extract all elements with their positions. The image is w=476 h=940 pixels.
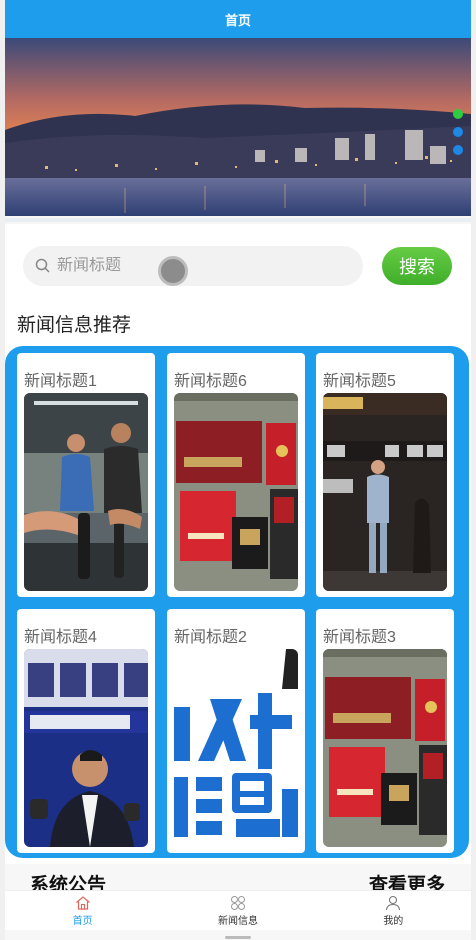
news-card-image[interactable] xyxy=(323,393,447,591)
news-card-image[interactable] xyxy=(24,393,148,591)
news-recommend-grid: 新闻标题1 新闻标题6 新闻标题5 新闻标题4 新闻标题2 新闻标题3 xyxy=(5,346,469,858)
grid-icon xyxy=(230,896,245,910)
home-page: 首页 新闻标题 搜索 新闻信息推荐 新闻标题1 新闻标题6 新闻标题5 新闻标题… xyxy=(5,0,471,940)
certificates-photo xyxy=(323,649,447,847)
certificates-photo xyxy=(174,393,298,591)
news-card-title: 新闻标题6 xyxy=(174,373,247,390)
page-title: 首页 xyxy=(224,12,251,28)
news-card-title: 新闻标题5 xyxy=(323,373,396,390)
news-card-image[interactable] xyxy=(174,649,298,847)
news-card-title: 新闻标题2 xyxy=(174,629,247,646)
news-card[interactable]: 新闻标题3 xyxy=(316,609,454,853)
user-icon xyxy=(386,895,401,911)
gym-photo xyxy=(24,393,148,591)
search-button[interactable]: 搜索 xyxy=(382,247,452,285)
news-card-image[interactable] xyxy=(323,649,447,847)
carousel-dot[interactable] xyxy=(453,145,463,155)
page-title-bar: 首页 xyxy=(5,0,471,38)
tab-news[interactable]: 新闻信息 xyxy=(160,891,315,930)
tab-mine-label: 我的 xyxy=(383,916,404,927)
news-card[interactable]: 新闻标题4 xyxy=(17,609,155,853)
news-card-title: 新闻标题4 xyxy=(24,629,97,646)
banner-divider xyxy=(5,218,471,222)
news-card-title: 新闻标题1 xyxy=(24,373,97,390)
search-icon xyxy=(35,258,50,273)
official-photo xyxy=(24,649,148,847)
news-card-image[interactable] xyxy=(174,393,298,591)
home-indicator xyxy=(225,936,251,939)
news-card[interactable]: 新闻标题6 xyxy=(167,353,305,597)
banner-carousel[interactable] xyxy=(5,38,471,216)
stage-photo xyxy=(323,393,447,591)
touch-indicator xyxy=(158,256,188,286)
bottom-tab-bar: 首页 新闻信息 我的 xyxy=(5,890,471,930)
news-card[interactable]: 新闻标题2 xyxy=(167,609,305,853)
tab-mine[interactable]: 我的 xyxy=(316,891,471,930)
carousel-dot[interactable] xyxy=(453,127,463,137)
news-card[interactable]: 新闻标题5 xyxy=(316,353,454,597)
recommend-heading: 新闻信息推荐 xyxy=(17,315,132,336)
tab-home-label: 首页 xyxy=(72,916,93,927)
news-card[interactable]: 新闻标题1 xyxy=(17,353,155,597)
news-card-image[interactable] xyxy=(24,649,148,847)
tab-home[interactable]: 首页 xyxy=(5,891,160,930)
home-icon xyxy=(75,896,90,910)
personal-info-graphic xyxy=(174,649,298,847)
banner-image xyxy=(5,38,471,216)
search-box[interactable] xyxy=(23,246,363,286)
carousel-indicators xyxy=(453,109,463,155)
news-card-title: 新闻标题3 xyxy=(323,629,396,646)
tab-news-label: 新闻信息 xyxy=(217,916,258,927)
carousel-dot-active[interactable] xyxy=(453,109,463,119)
